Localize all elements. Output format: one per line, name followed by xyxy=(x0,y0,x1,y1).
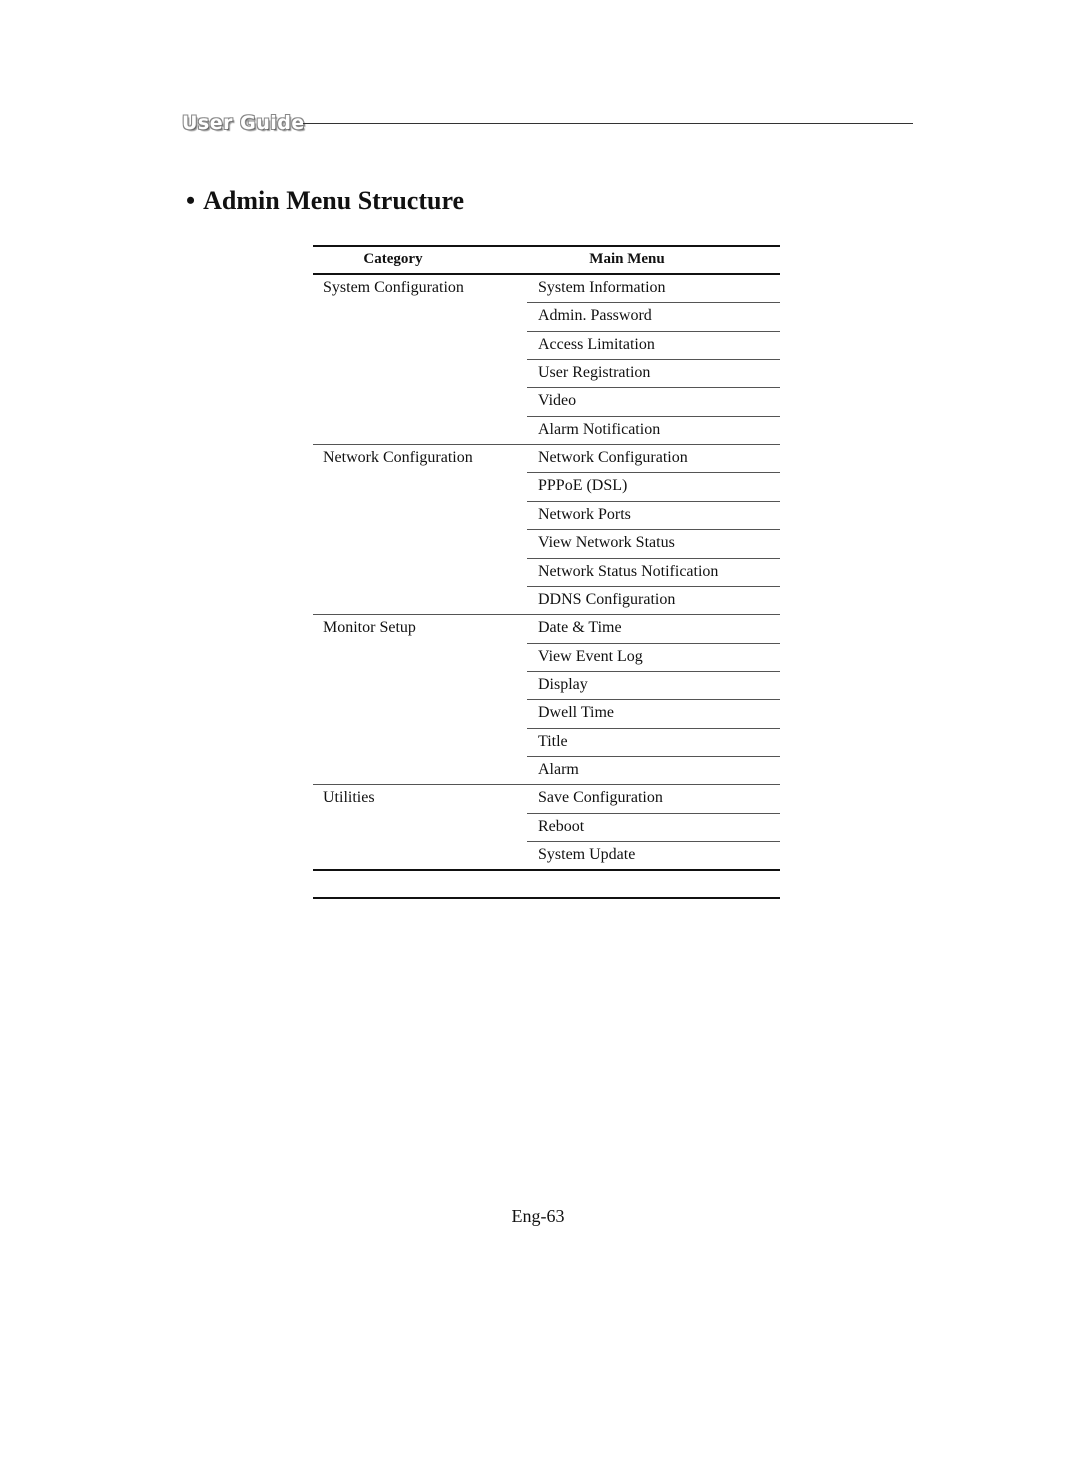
main-menu-cell: Network Configuration xyxy=(538,449,688,467)
main-menu-cell: User Registration xyxy=(538,364,651,382)
user-guide-logo: User Guide xyxy=(182,112,305,134)
main-menu-cell: View Event Log xyxy=(538,647,643,665)
header-category: Category xyxy=(363,251,423,267)
main-menu-cell: PPPoE (DSL) xyxy=(538,477,628,495)
category-cell: System Configuration xyxy=(323,279,464,296)
main-menu-cell: System Update xyxy=(538,846,636,863)
table-end-rule xyxy=(313,897,780,900)
main-menu-cell: Network Status Notification xyxy=(538,562,719,580)
header-main-menu: Main Menu xyxy=(589,251,665,267)
header-rule xyxy=(303,123,913,124)
main-menu-cell: System Information xyxy=(538,279,666,296)
main-menu-cell: Alarm xyxy=(538,760,579,778)
table-bottom-rule xyxy=(313,869,780,872)
main-menu-cell: Display xyxy=(538,675,588,693)
category-cell: Network Configuration xyxy=(323,449,473,467)
main-menu-cell: Dwell Time xyxy=(538,704,615,722)
main-menu-cell: Alarm Notification xyxy=(538,420,661,438)
title-bullet: • xyxy=(186,186,196,215)
main-menu-cell: Save Configuration xyxy=(538,789,663,807)
main-menu-cell: Network Ports xyxy=(538,505,631,523)
main-menu-cell: Access Limitation xyxy=(538,335,655,353)
main-menu-cell: Title xyxy=(538,732,568,750)
main-menu-cell: Video xyxy=(538,392,577,410)
main-menu-cell: Date & Time xyxy=(538,619,622,637)
main-menu-cell: View Network Status xyxy=(538,534,675,552)
category-cell: Utilities xyxy=(323,789,375,807)
main-menu-cell: Reboot xyxy=(538,817,585,835)
main-menu-cell: DDNS Configuration xyxy=(538,590,676,608)
category-cell: Monitor Setup xyxy=(323,619,416,637)
main-menu-cell: Admin. Password xyxy=(538,307,652,325)
title-text: Admin Menu Structure xyxy=(203,186,465,215)
page-number: Eng-63 xyxy=(511,1206,565,1226)
page-title: • Admin Menu Structure xyxy=(186,186,464,216)
